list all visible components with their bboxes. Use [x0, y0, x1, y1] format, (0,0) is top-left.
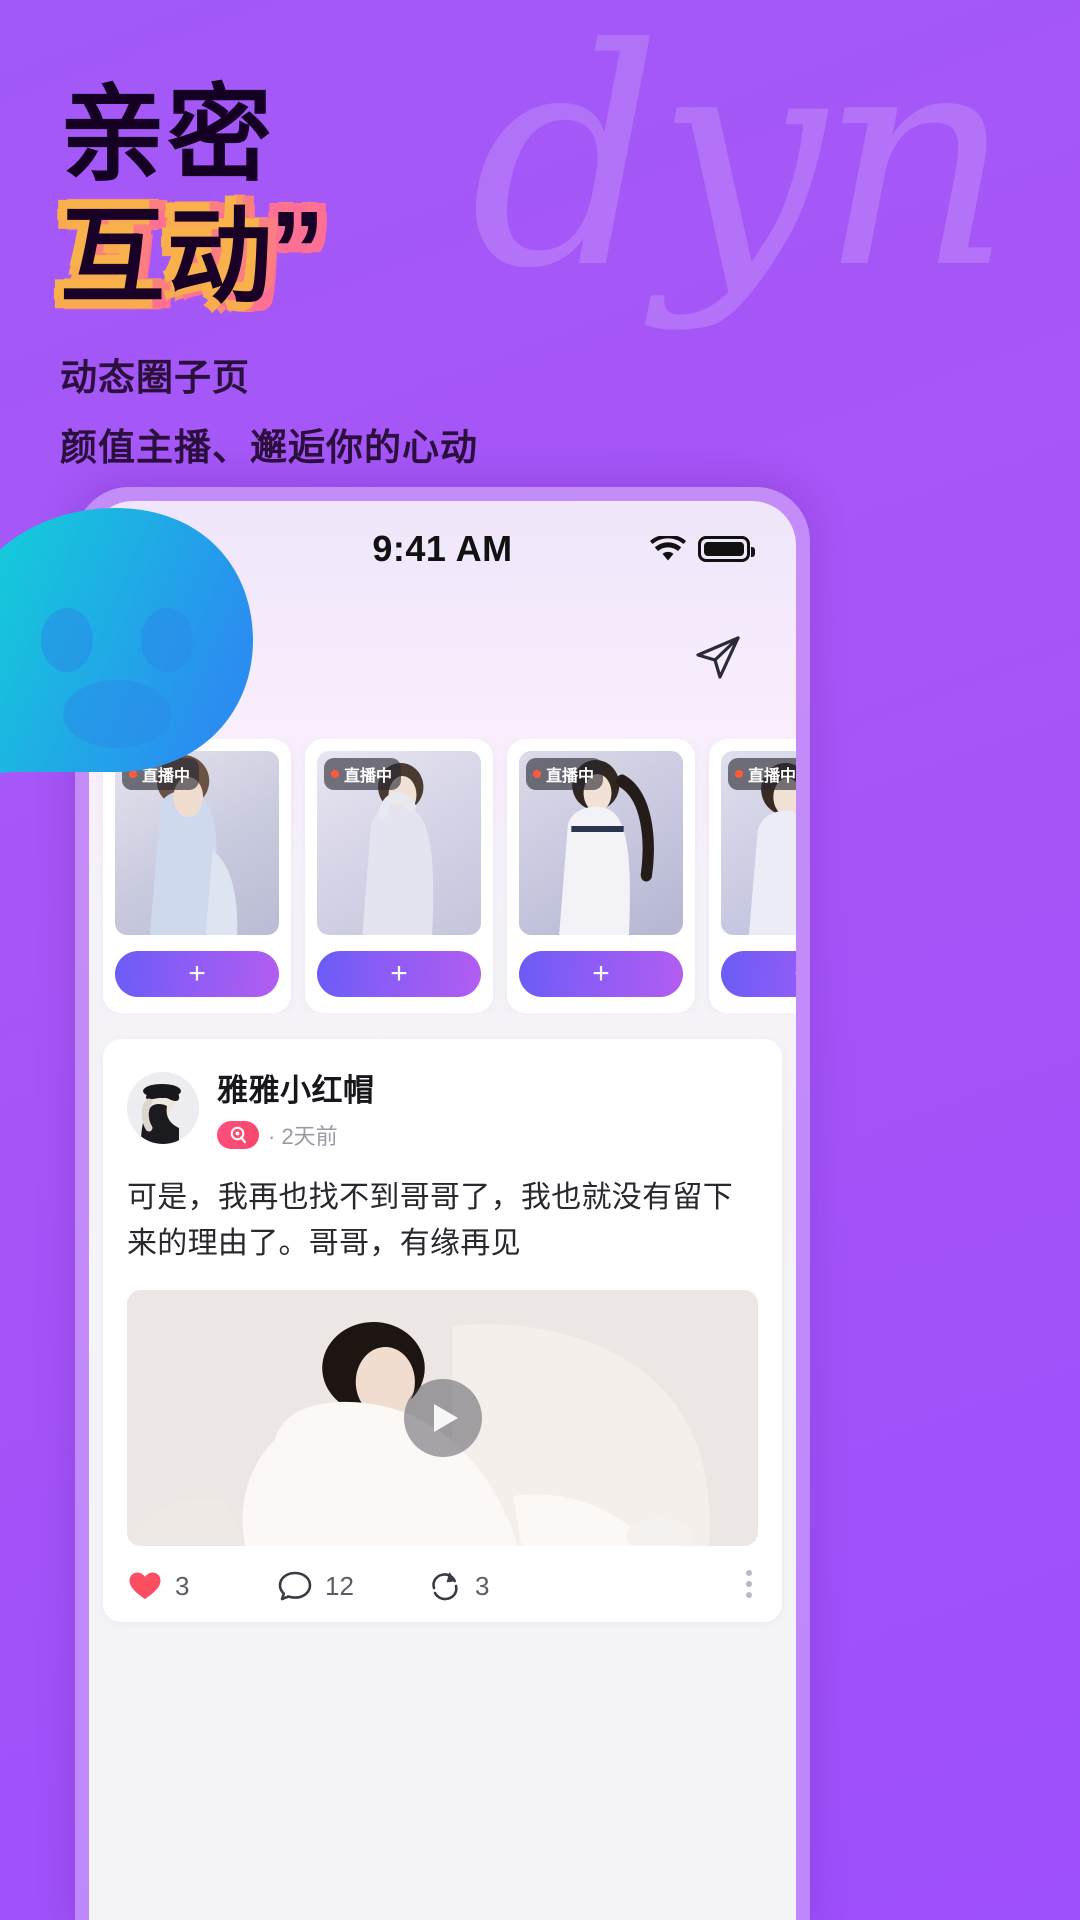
live-card[interactable]: 直播中 + — [507, 739, 695, 1013]
headline-line-2-row: 互动 ” — [53, 195, 478, 319]
live-dot-icon — [533, 770, 541, 778]
post-header: 雅雅小红帽 · 2天前 — [127, 1065, 758, 1151]
headline-line-1: 亲密 — [60, 74, 275, 196]
promo-subtitle-2: 颜值主播、邂逅你的心动 — [60, 425, 478, 469]
comment-button[interactable]: 12 — [277, 1568, 427, 1604]
follow-button[interactable]: + — [317, 951, 481, 997]
live-thumbnail[interactable]: 直播中 — [721, 751, 796, 935]
post-text: 可是，我再也找不到哥哥了，我也就没有留下来的理由了。哥哥，有缘再见 — [127, 1181, 733, 1260]
live-dot-icon — [331, 770, 339, 778]
comment-count: 12 — [325, 1570, 354, 1601]
live-mic-badge-icon — [217, 1121, 259, 1149]
send-plane-icon[interactable] — [690, 629, 746, 685]
live-badge-label: 直播中 — [748, 766, 796, 785]
post-author-name[interactable]: 雅雅小红帽 — [217, 1065, 375, 1110]
post-author-block: 雅雅小红帽 · 2天前 — [217, 1065, 375, 1151]
live-dot-icon — [735, 770, 743, 778]
heart-icon — [129, 1572, 161, 1600]
headline-line-2-text: 互动 — [53, 195, 279, 319]
live-badge-label: 直播中 — [546, 766, 595, 785]
promo-subtitle-1: 动态圈子页 — [60, 355, 250, 399]
post-media[interactable] — [127, 1290, 758, 1547]
live-thumbnail[interactable]: 直播中 — [317, 751, 481, 935]
follow-button[interactable]: + — [519, 951, 683, 997]
follow-button[interactable]: + — [721, 951, 796, 997]
live-thumbnail[interactable]: 直播中 — [519, 751, 683, 935]
live-status-badge: 直播中 — [526, 758, 604, 790]
live-status-badge: 直播中 — [324, 758, 402, 790]
live-status-badge: 直播中 — [728, 758, 796, 790]
share-button[interactable]: 3 — [427, 1568, 577, 1604]
battery-icon — [698, 536, 755, 562]
headline-quote-mark: ” — [270, 189, 326, 313]
post-card: 雅雅小红帽 · 2天前 可是，我再也找不到哥哥了，我也就没有留下来的理由了。哥哥… — [103, 1039, 782, 1623]
headline-line-2: 互动 — [53, 195, 279, 319]
like-count: 3 — [175, 1570, 190, 1601]
share-count: 3 — [475, 1570, 490, 1601]
speech-bubble-face-decoration — [0, 500, 285, 800]
play-icon[interactable] — [403, 1379, 482, 1458]
live-card[interactable]: 直播中 + — [709, 739, 796, 1013]
follow-button[interactable]: + — [115, 951, 279, 997]
like-button[interactable]: 3 — [127, 1568, 277, 1604]
status-bar-right — [540, 535, 755, 563]
play-triangle — [433, 1404, 458, 1433]
more-vertical-icon[interactable] — [746, 1570, 752, 1599]
post-action-bar: 3 12 3 — [127, 1546, 758, 1622]
live-card[interactable]: 直播中 + — [305, 739, 493, 1013]
post-meta: · 2天前 — [217, 1119, 375, 1151]
status-bar-time: 9:41 AM — [372, 528, 513, 569]
post-time: · 2天前 — [268, 1124, 338, 1149]
avatar[interactable] — [127, 1072, 199, 1144]
promo-headline-block: 亲密 互动 ” 动态圈子页 颜值主播、邂逅你的心动 — [53, 74, 478, 471]
comment-icon — [278, 1571, 312, 1601]
avatar-image — [127, 1072, 199, 1144]
script-watermark: dyn — [470, 0, 1013, 334]
wifi-icon — [650, 535, 686, 560]
repost-icon — [432, 1572, 458, 1601]
live-badge-label: 直播中 — [344, 766, 393, 785]
